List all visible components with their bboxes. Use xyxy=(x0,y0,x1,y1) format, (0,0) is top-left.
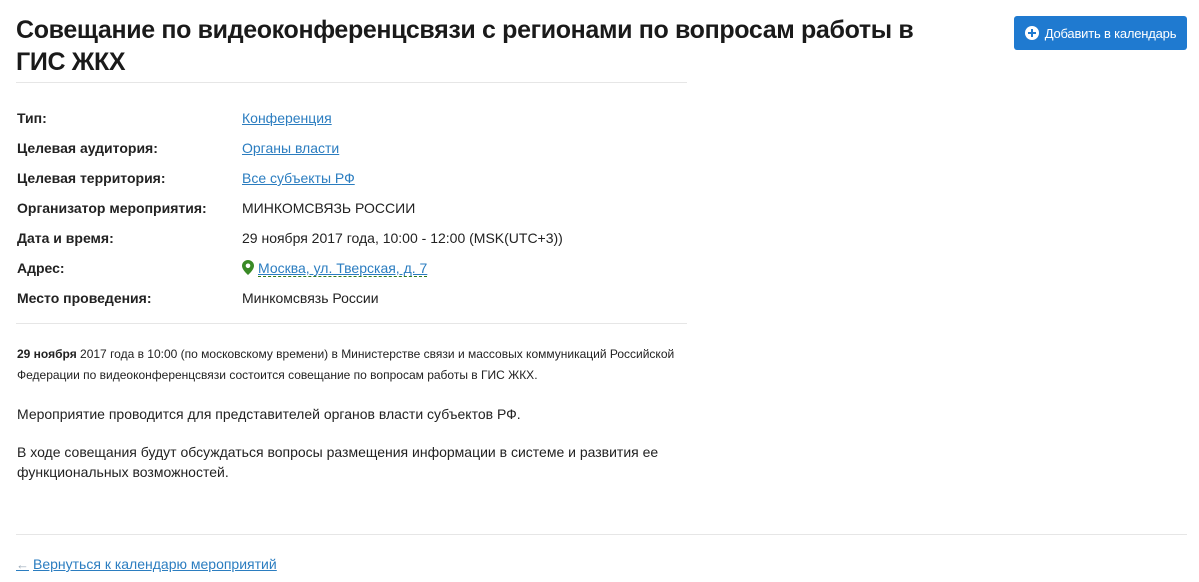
detail-row-territory: Целевая территория: Все субъекты РФ xyxy=(17,163,563,193)
description-lead-text: 2017 года в 10:00 (по московскому времен… xyxy=(17,347,675,382)
address-link[interactable]: Москва, ул. Тверская, д. 7 xyxy=(258,260,428,277)
territory-link[interactable]: Все субъекты РФ xyxy=(242,170,355,186)
detail-label: Тип: xyxy=(17,110,47,126)
detail-label: Целевая территория: xyxy=(17,170,166,186)
detail-label: Дата и время: xyxy=(17,230,114,246)
detail-row-type: Тип: Конференция xyxy=(17,103,563,133)
description-lead: 29 ноября 2017 года в 10:00 (по московск… xyxy=(17,344,687,386)
detail-row-venue: Место проведения: Минкомсвязь России xyxy=(17,283,563,313)
detail-label: Целевая аудитория: xyxy=(17,140,158,156)
datetime-value: 29 ноября 2017 года, 10:00 - 12:00 (MSK(… xyxy=(242,230,563,246)
detail-row-audience: Целевая аудитория: Органы власти xyxy=(17,133,563,163)
page-title: Совещание по видеоконференцсвязи с регио… xyxy=(16,16,914,76)
back-to-calendar-link[interactable]: ← Вернуться к календарю мероприятий xyxy=(16,556,277,572)
divider xyxy=(16,82,687,83)
description-paragraph: Мероприятие проводится для представителе… xyxy=(17,406,521,422)
description-lead-date: 29 ноября xyxy=(17,347,77,361)
map-pin-icon xyxy=(242,260,254,275)
divider xyxy=(16,323,687,324)
description-paragraph: В ходе совещания будут обсуждаться вопро… xyxy=(17,444,659,480)
type-link[interactable]: Конференция xyxy=(242,110,332,126)
detail-row-datetime: Дата и время: 29 ноября 2017 года, 10:00… xyxy=(17,223,563,253)
detail-label: Адрес: xyxy=(17,260,65,276)
add-to-calendar-label: Добавить в календарь xyxy=(1044,25,1177,41)
venue-value: Минкомсвязь России xyxy=(242,290,379,306)
divider xyxy=(16,534,1187,535)
arrow-left-icon: ← xyxy=(16,556,29,572)
detail-label: Организатор мероприятия: xyxy=(17,200,207,216)
detail-row-address: Адрес: Москва, ул. Тверская, д. 7 xyxy=(17,253,563,283)
plus-circle-icon xyxy=(1024,26,1039,40)
add-to-calendar-button[interactable]: Добавить в календарь xyxy=(1014,16,1187,50)
back-to-calendar-label: Вернуться к календарю мероприятий xyxy=(33,556,277,572)
detail-row-organizer: Организатор мероприятия: МИНКОМСВЯЗЬ РОС… xyxy=(17,193,563,223)
event-description: 29 ноября 2017 года в 10:00 (по московск… xyxy=(17,344,687,482)
audience-link[interactable]: Органы власти xyxy=(242,140,339,156)
event-details: Тип: Конференция Целевая аудитория: Орга… xyxy=(17,103,563,313)
detail-label: Место проведения: xyxy=(17,290,152,306)
organizer-value: МИНКОМСВЯЗЬ РОССИИ xyxy=(242,200,416,216)
